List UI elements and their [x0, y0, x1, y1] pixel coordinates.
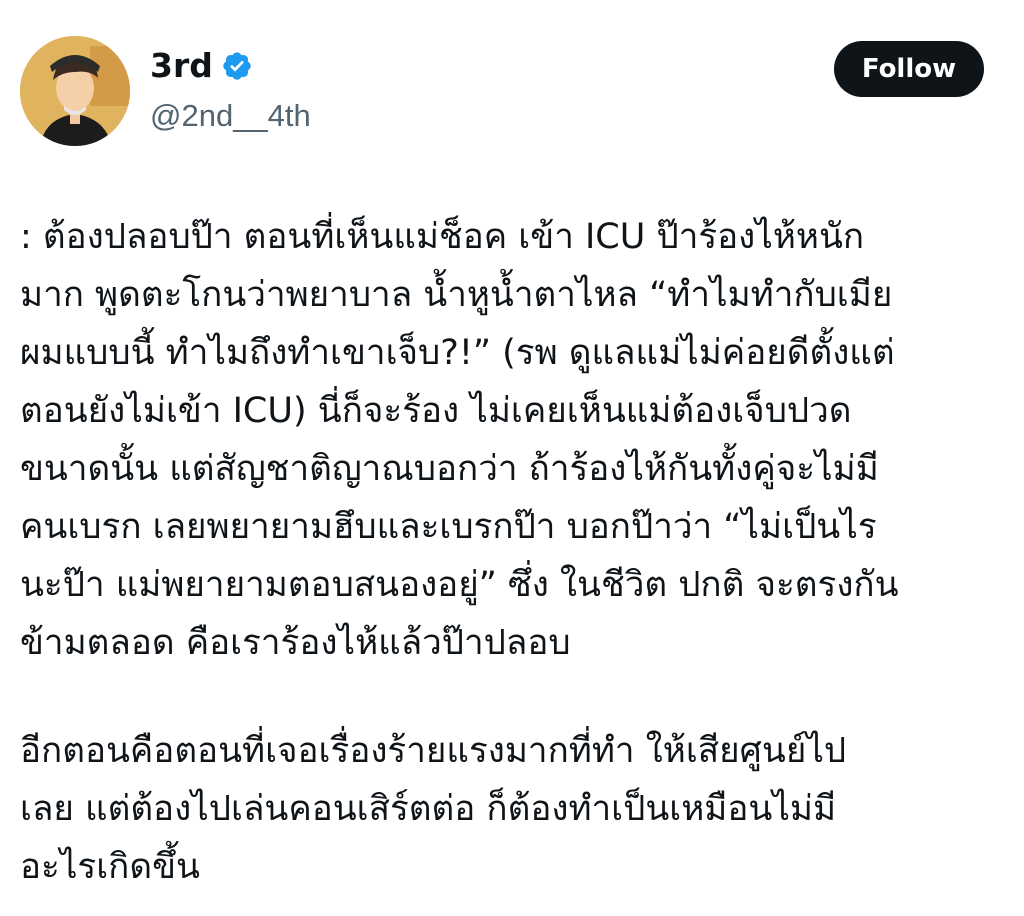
name-row: 3rd	[150, 44, 253, 88]
avatar-photo	[20, 36, 130, 146]
tweet-paragraph-1: : ต้องปลอบป๊า ตอนที่เห็นแม่ช็อค เข้า ICU…	[20, 217, 899, 663]
display-name[interactable]: 3rd	[150, 44, 213, 88]
tweet-paragraph-2: อีกตอนคือตอนที่เจอเรื่องร้ายแรงมากที่ทำ …	[20, 731, 847, 887]
avatar[interactable]	[20, 36, 130, 146]
tweet-text: : ต้องปลอบป๊า ตอนที่เห็นแม่ช็อค เข้า ICU…	[20, 208, 1010, 896]
follow-button[interactable]: Follow	[834, 41, 984, 97]
tweet-header: 3rd @2nd__4th Follow	[0, 0, 1024, 160]
user-handle[interactable]: @2nd__4th	[150, 96, 311, 136]
verified-badge-icon	[223, 52, 251, 80]
